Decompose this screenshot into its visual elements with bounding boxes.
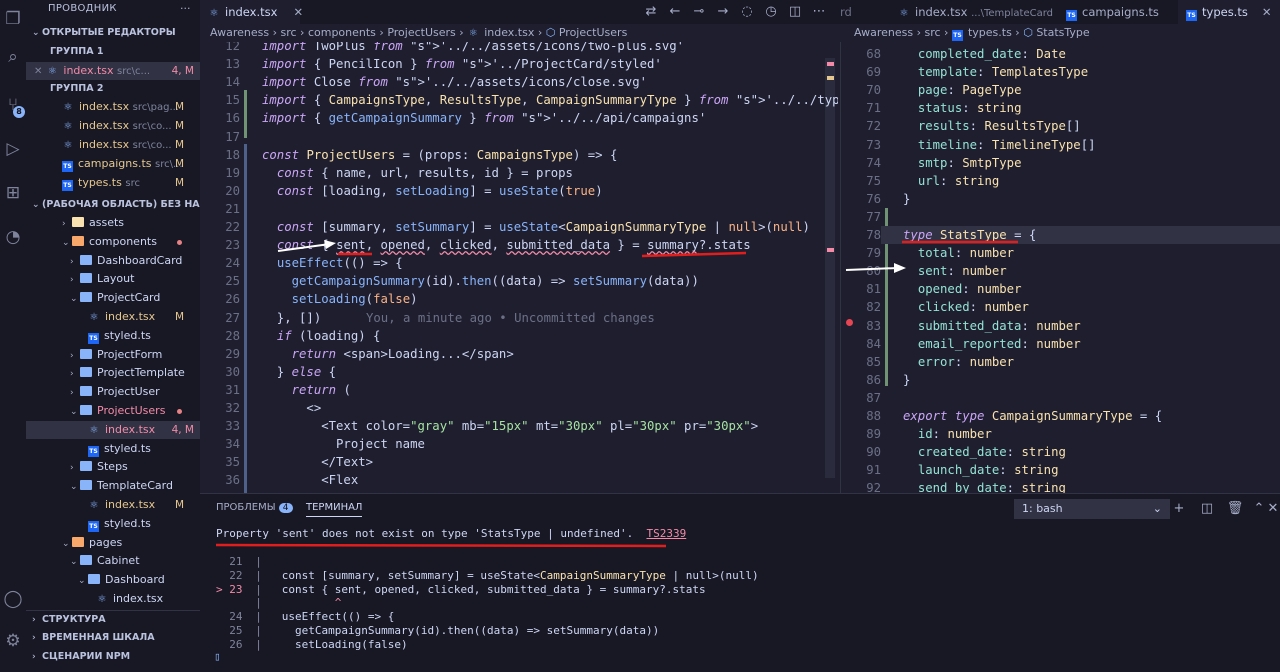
annotation-overlay [215, 240, 1018, 548]
underline-summary-stats [641, 251, 747, 258]
underline-error [215, 543, 667, 548]
arrow-right-head [894, 263, 906, 273]
arrow-right-line [845, 267, 899, 271]
arrow-left-head [324, 240, 336, 249]
arrow-left-line [277, 243, 331, 252]
